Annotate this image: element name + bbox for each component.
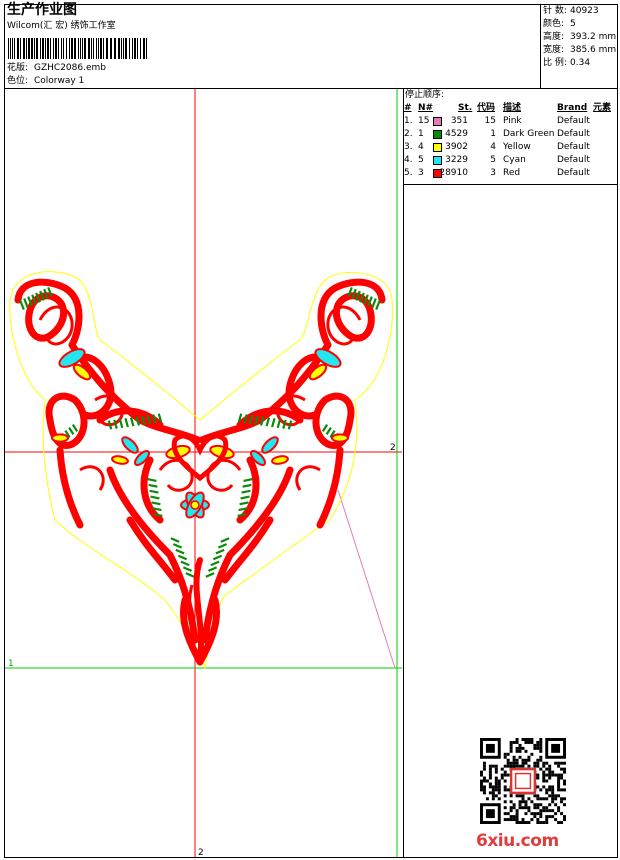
color-count-value: 5: [570, 19, 576, 29]
stop-sequence-title: 停止顺序:: [405, 90, 445, 100]
row-description: Pink: [503, 116, 522, 126]
row-description: Dark Green: [503, 129, 555, 139]
width-value: 385.6 mm: [570, 45, 617, 55]
design-filename: GZHC2086.emb: [34, 63, 106, 73]
row-index: 5.: [404, 168, 413, 178]
barcode-icon: [8, 38, 147, 59]
guide-marker-1: 1: [8, 659, 14, 669]
col-header-element: 元素: [593, 103, 612, 113]
col-header-brand: Brand: [557, 103, 588, 113]
row-description: Yellow: [503, 142, 531, 152]
row-brand: Default: [557, 129, 590, 139]
company-name: Wilcom(汇 宏) 绣饰工作室: [7, 21, 116, 31]
row-code: 5: [490, 155, 496, 165]
row-brand: Default: [557, 116, 590, 126]
page-title: 生产作业图: [7, 2, 77, 18]
guide-marker-2-right: 2: [390, 443, 396, 453]
row-stitches: 3902: [445, 142, 468, 152]
col-header-needle: N#: [418, 103, 434, 113]
row-needle: 1: [418, 129, 424, 139]
stitch-count-label: 针 数:: [543, 6, 567, 16]
pink-jump-line: [337, 489, 396, 669]
height-label: 高度:: [543, 32, 565, 42]
row-code: 3: [490, 168, 496, 178]
guide-marker-2-bottom: 2: [198, 848, 204, 857]
width-label: 宽度:: [543, 45, 565, 55]
stop-sequence-row: 1. 15 351 15 Pink Default: [404, 115, 618, 128]
colorway-value: Colorway 1: [34, 76, 85, 86]
row-code: 1: [490, 129, 496, 139]
stop-sequence-row: 4. 5 3229 5 Cyan Default: [404, 154, 618, 167]
design-label: 花版:: [7, 63, 29, 73]
row-index: 1.: [404, 116, 413, 126]
color-count-label: 颜色:: [543, 19, 565, 29]
row-index: 4.: [404, 155, 413, 165]
stop-sequence-row: 3. 4 3902 4 Yellow Default: [404, 141, 618, 154]
row-description: Red: [503, 168, 521, 178]
color-swatch: [433, 117, 442, 126]
row-code: 15: [484, 116, 496, 126]
embroidery-design: [14, 278, 386, 666]
color-swatch: [433, 130, 442, 139]
row-needle: 15: [418, 116, 430, 126]
row-brand: Default: [557, 142, 590, 152]
scale-value: 0.34: [570, 58, 591, 68]
row-stitches: 4529: [445, 129, 468, 139]
colorway-label: 色位:: [7, 76, 29, 86]
row-code: 4: [490, 142, 496, 152]
embroidery-canvas: 1 2 2: [5, 89, 402, 857]
row-stitches: 28910: [439, 168, 468, 178]
row-index: 3.: [404, 142, 413, 152]
row-needle: 4: [418, 142, 424, 152]
stop-sequence-row: 2. 1 4529 1 Dark Green Default: [404, 128, 618, 141]
seal-stamp-icon: [509, 767, 537, 795]
watermark-text: 6xiu.com: [476, 831, 559, 851]
scale-label: 比 例:: [543, 58, 567, 68]
row-brand: Default: [557, 168, 590, 178]
row-description: Cyan: [503, 155, 526, 165]
col-header-code: 代码: [477, 103, 496, 113]
color-swatch: [433, 169, 442, 178]
row-stitches: 351: [450, 116, 468, 126]
height-value: 393.2 mm: [570, 32, 617, 42]
row-stitches: 3229: [445, 155, 468, 165]
stop-sequence-row: 5. 3 28910 3 Red Default: [404, 167, 618, 180]
row-needle: 5: [418, 155, 424, 165]
col-header-stitches: St.: [458, 103, 473, 113]
color-swatch: [433, 156, 442, 165]
col-header-desc: 描述: [503, 103, 522, 113]
row-brand: Default: [557, 155, 590, 165]
row-needle: 3: [418, 168, 424, 178]
stitch-count-value: 40923: [570, 6, 599, 16]
row-index: 2.: [404, 129, 413, 139]
color-swatch: [433, 143, 442, 152]
qr-code-icon: [480, 738, 566, 824]
col-header-index: #: [404, 103, 412, 113]
